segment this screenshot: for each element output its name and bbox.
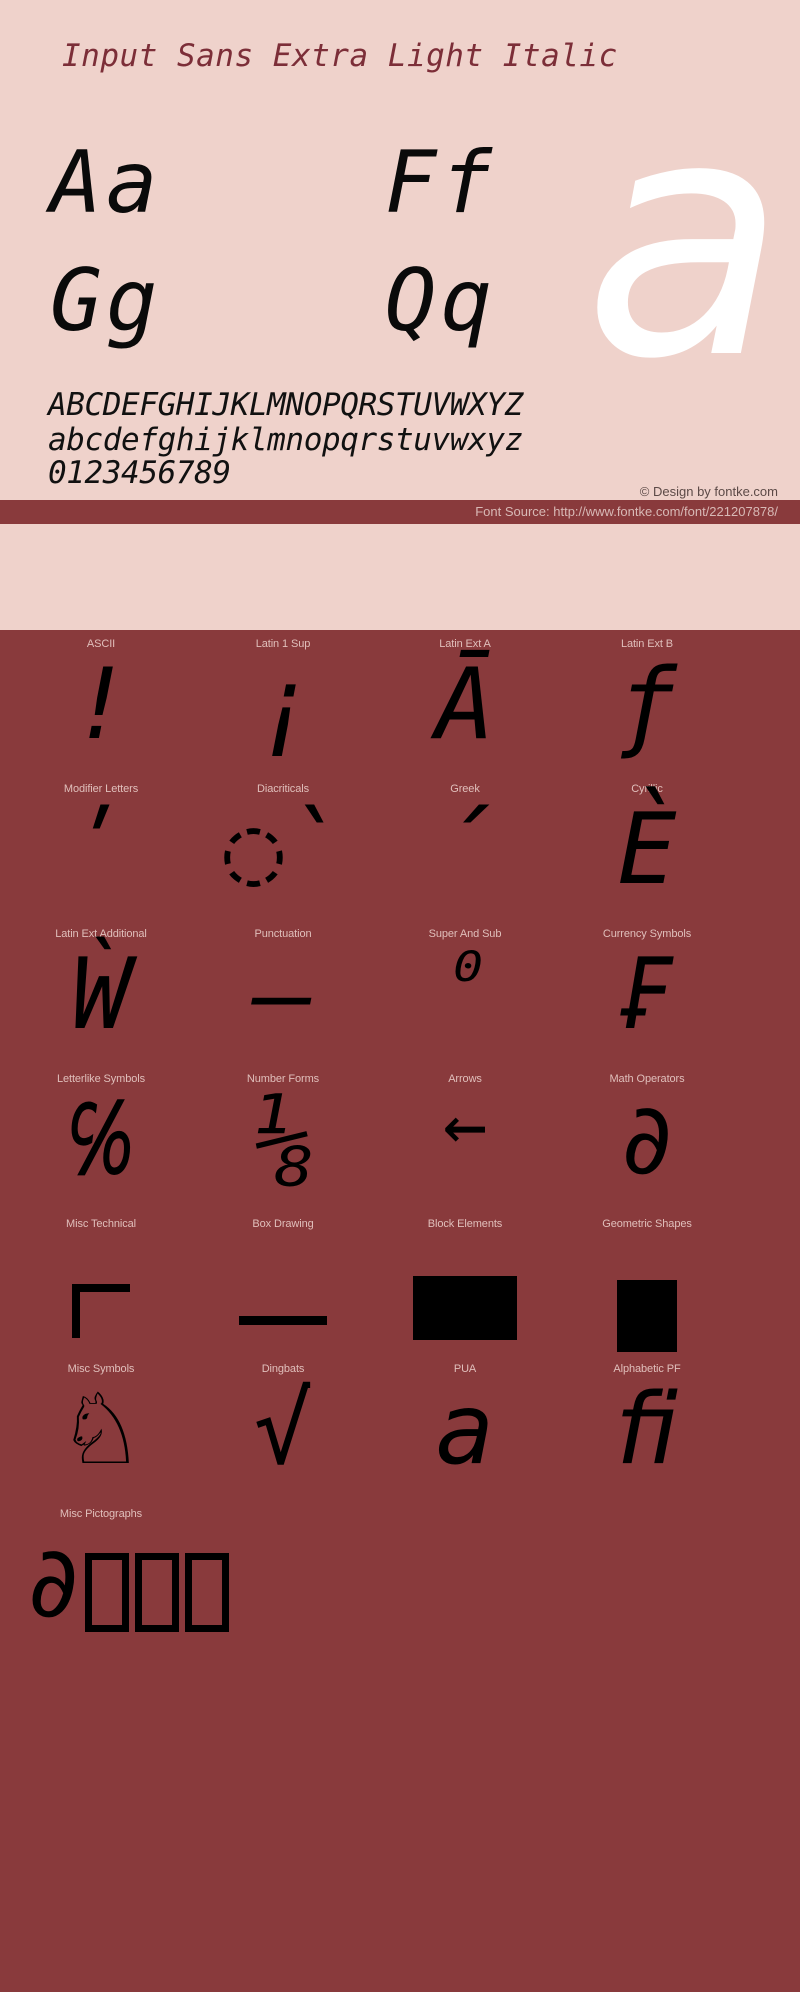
glyph-cell-misc-technical[interactable]: Misc Technical [10, 1218, 192, 1363]
glyph-sample: ◌̀ [223, 793, 342, 907]
glyph-row: ASCII ! Latin 1 Sup ¡ Latin Ext A Ā Lati… [0, 638, 800, 783]
glyph-sample: ƒ [617, 648, 677, 762]
glyph-cell-misc-pictographs[interactable]: Misc Pictographs ∂ [10, 1508, 229, 1653]
glyph-sample: Ẁ [71, 938, 131, 1052]
glyph-sample: ! [71, 648, 131, 762]
glyph-cell-arrows[interactable]: Arrows ← [374, 1073, 556, 1218]
glyph-cell-modifier-letters[interactable]: Modifier Letters ʹ [10, 783, 192, 928]
glyph-cell-math-operators[interactable]: Math Operators ∂ [556, 1073, 738, 1218]
glyph-sample: ﬁ [617, 1373, 677, 1487]
missing-glyph-box-icon [84, 1553, 129, 1632]
glyph-sample: ⁰ [442, 937, 488, 1023]
glyph-sample: ℅ [71, 1083, 131, 1197]
glyph-cell-greek[interactable]: Greek ΄ [374, 783, 556, 928]
misc-technical-shape-icon [72, 1284, 130, 1338]
digits-row: 0123456789 [48, 455, 231, 491]
glyph-cell-geometric-shapes[interactable]: Geometric Shapes [556, 1218, 738, 1363]
glyph-cell-letterlike-symbols[interactable]: Letterlike Symbols ℅ [10, 1073, 192, 1218]
glyph-cell-super-and-sub[interactable]: Super And Sub ⁰ [374, 928, 556, 1073]
glyph-row: Misc Symbols ♘ Dingbats √ PUA a Alphabet… [0, 1363, 800, 1508]
glyph-cell-latin-ext-additional[interactable]: Latin Ext Additional Ẁ [10, 928, 192, 1073]
unicode-range-grid: ASCII ! Latin 1 Sup ¡ Latin Ext A Ā Lati… [0, 630, 800, 1653]
page-title: Input Sans Extra Light Italic [62, 38, 618, 74]
glyph-cell-pua[interactable]: PUA a [374, 1363, 556, 1508]
glyph-cell-cyrillic[interactable]: Cyrillic Ѐ [556, 783, 738, 928]
glyph-cell-empty [192, 1508, 374, 1653]
glyph-sample: ʹ [71, 793, 131, 907]
glyph-cell-diacriticals[interactable]: Diacriticals ◌̀ [192, 783, 374, 928]
glyph-cell-label: Geometric Shapes [602, 1218, 692, 1230]
glyph-cell-label: Box Drawing [252, 1218, 314, 1230]
glyph-cell-empty [374, 1508, 556, 1653]
glyph-row: Modifier Letters ʹ Diacriticals ◌̀ Greek… [0, 783, 800, 928]
glyph-sample: ← [442, 1082, 488, 1168]
glyph-sample: ∂ [28, 1526, 79, 1640]
glyph-row: Letterlike Symbols ℅ Number Forms ⅛ Arro… [0, 1073, 800, 1218]
glyph-cell-number-forms[interactable]: Number Forms ⅛ [192, 1073, 374, 1218]
hero-glyph: a [583, 47, 786, 431]
glyph-cell-dingbats[interactable]: Dingbats √ [192, 1363, 374, 1508]
missing-glyph-box-icon [134, 1553, 179, 1632]
glyph-cell-latin-ext-a[interactable]: Latin Ext A Ā [374, 638, 556, 783]
glyph-sample: Ā [435, 648, 495, 762]
font-source-bar: Font Source: http://www.fontke.com/font/… [0, 500, 800, 524]
glyph-sample: a [435, 1373, 495, 1487]
font-specimen-panel: Input Sans Extra Light Italic a Aa Ff Gg… [0, 0, 800, 630]
glyph-sample: ΄ [435, 793, 495, 907]
glyph-sample: ⅛ [253, 1083, 313, 1197]
glyph-cell-empty [556, 1508, 738, 1653]
glyph-sample: √ [253, 1373, 313, 1487]
alphabet-uppercase: ABCDEFGHIJKLMNOPQRSTUVWXYZ [48, 387, 523, 423]
glyph-sample: ¡ [253, 648, 313, 762]
glyph-cell-block-elements[interactable]: Block Elements [374, 1218, 556, 1363]
alphabet-lowercase: abcdefghijklmnopqrstuvwxyz [48, 422, 523, 458]
glyph-sample: — [253, 938, 313, 1052]
glyph-cell-box-drawing[interactable]: Box Drawing [192, 1218, 374, 1363]
glyph-row: Misc Technical Box Drawing Block Element… [0, 1218, 800, 1363]
glyph-sample: ♘ [57, 1373, 145, 1487]
glyph-cell-label: Block Elements [427, 1218, 503, 1230]
glyph-sample: ₣ [617, 938, 677, 1052]
glyph-cell-punctuation[interactable]: Punctuation — [192, 928, 374, 1073]
glyph-row: Latin Ext Additional Ẁ Punctuation — Sup… [0, 928, 800, 1073]
glyph-cell-currency-symbols[interactable]: Currency Symbols ₣ [556, 928, 738, 1073]
glyph-cell-label: Misc Pictographs [59, 1508, 143, 1520]
glyph-cell-misc-symbols[interactable]: Misc Symbols ♘ [10, 1363, 192, 1508]
glyph-row: Misc Pictographs ∂ [0, 1508, 800, 1653]
glyph-cell-label: Misc Technical [66, 1218, 136, 1230]
glyph-sample: Ѐ [617, 793, 677, 907]
glyph-cell-ascii[interactable]: ASCII ! [10, 638, 192, 783]
glyph-cell-latin-ext-b[interactable]: Latin Ext B ƒ [556, 638, 738, 783]
block-elements-shape-icon [413, 1276, 517, 1340]
glyph-sample: ∂ [617, 1083, 677, 1197]
glyph-cell-alphabetic-pf[interactable]: Alphabetic PF ﬁ [556, 1363, 738, 1508]
copyright-notice: © Design by fontke.com [639, 484, 778, 499]
letter-pair-row-1: Aa Ff [50, 133, 497, 233]
letter-pair-row-2: Gg Qq [50, 251, 497, 351]
geometric-shapes-shape-icon [617, 1280, 677, 1352]
glyph-cell-latin-1-sup[interactable]: Latin 1 Sup ¡ [192, 638, 374, 783]
font-source-link[interactable]: Font Source: http://www.fontke.com/font/… [475, 504, 778, 519]
box-drawing-shape-icon [239, 1316, 327, 1325]
